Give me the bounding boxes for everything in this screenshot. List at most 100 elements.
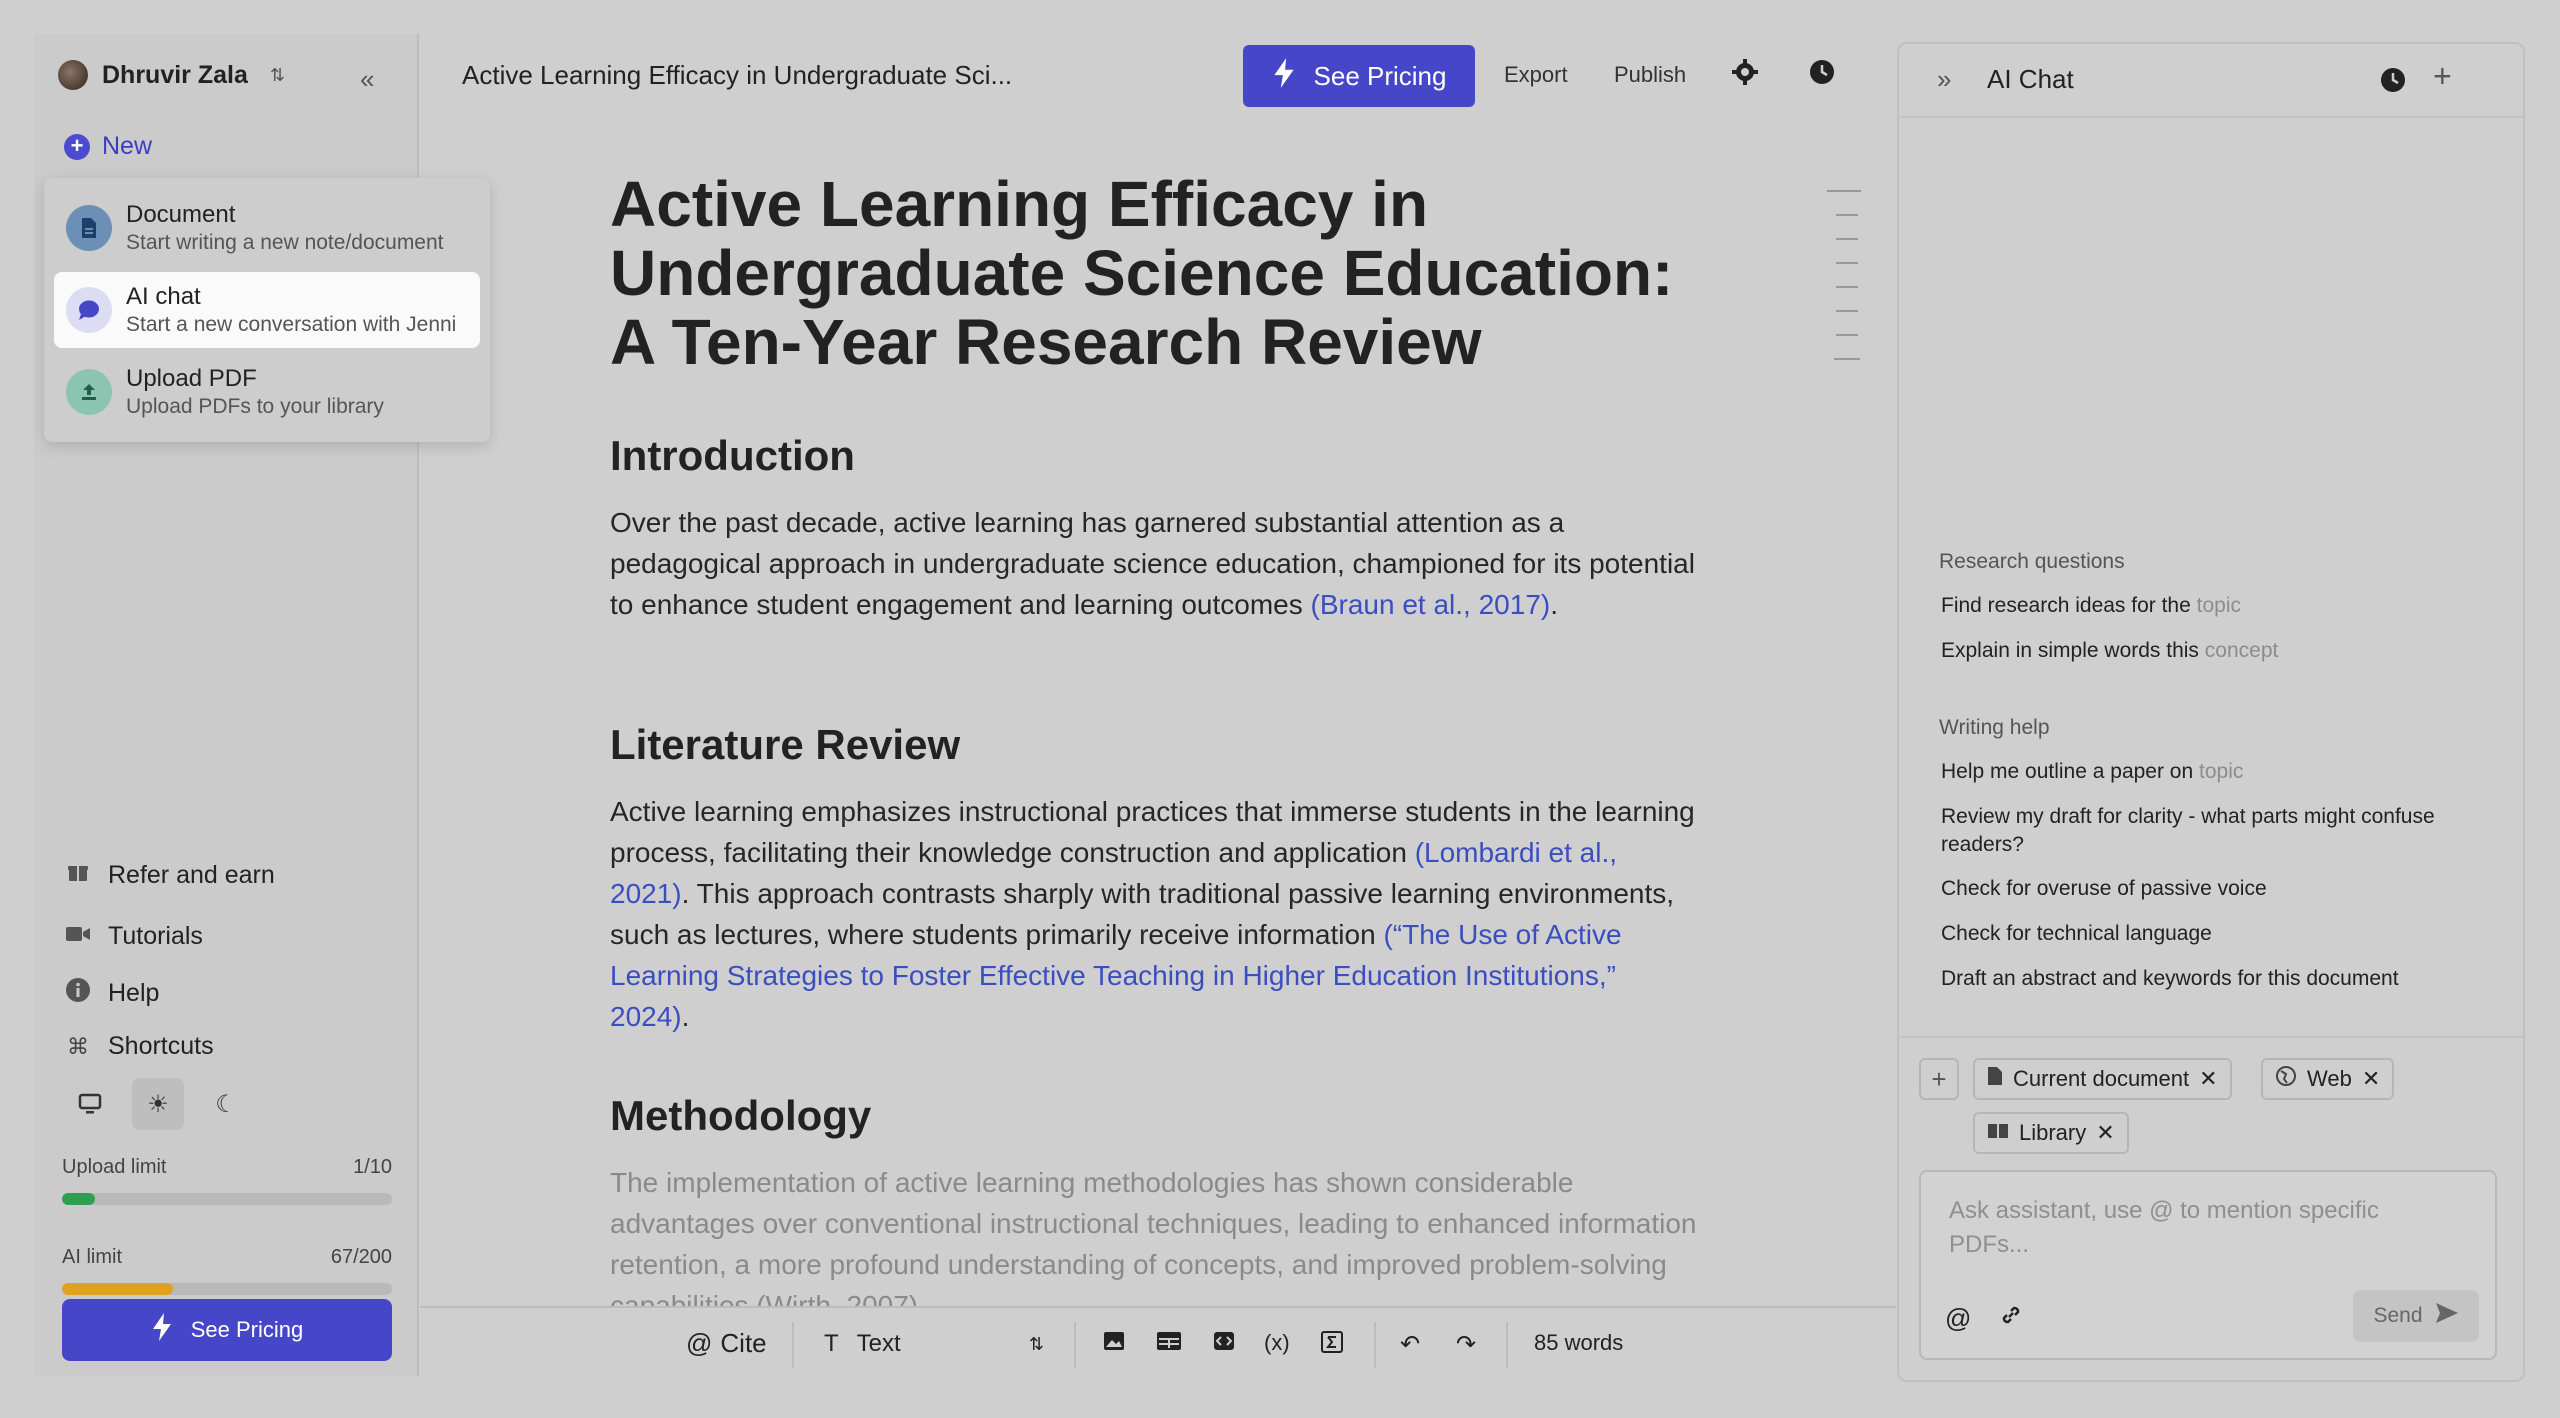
document-body[interactable]: Active Learning Efficacy in Undergraduat…	[610, 170, 1700, 377]
suggestion-item[interactable]: Check for technical language	[1941, 920, 2481, 948]
menu-item-upload-pdf[interactable]: Upload PDF Upload PDFs to your library	[54, 354, 480, 430]
suggestion-item[interactable]: Find research ideas for the topic	[1941, 592, 2481, 620]
suggestion-placeholder: topic	[2199, 760, 2244, 783]
citation-link[interactable]: (Braun et al., 2017)	[1311, 589, 1551, 620]
export-button[interactable]: Export	[1504, 62, 1568, 88]
sidebar-item-label: Shortcuts	[108, 1032, 214, 1060]
toolbar-divider	[1506, 1322, 1508, 1368]
close-icon[interactable]: ✕	[2096, 1120, 2114, 1146]
section-heading-methodology: Methodology	[610, 1092, 872, 1139]
toolbar-divider	[1374, 1322, 1376, 1368]
sidebar-item-refer[interactable]: Refer and earn	[64, 860, 275, 890]
text-type-icon: T	[824, 1330, 839, 1357]
word-count: 85 words	[1534, 1330, 1624, 1355]
sun-icon[interactable]: ☀	[132, 1078, 184, 1130]
context-chip-current-document[interactable]: Current document ✕	[1973, 1058, 2232, 1100]
suggestion-text: Draft an abstract and keywords for this …	[1941, 967, 2399, 990]
expand-panel-icon[interactable]: »	[1937, 64, 1951, 95]
suggestion-text: Check for overuse of passive voice	[1941, 877, 2267, 900]
outline-marker[interactable]	[1836, 334, 1858, 336]
variable-icon[interactable]: (x)	[1264, 1330, 1290, 1356]
mention-icon[interactable]: @	[1945, 1303, 1971, 1334]
menu-item-document[interactable]: Document Start writing a new note/docume…	[54, 190, 480, 266]
equation-icon[interactable]	[1320, 1330, 1344, 1361]
table-icon[interactable]	[1156, 1330, 1182, 1359]
context-chip-library[interactable]: Library ✕	[1973, 1112, 2129, 1154]
sidebar-item-help[interactable]: Help	[64, 977, 159, 1009]
outline-marker[interactable]	[1834, 358, 1860, 360]
undo-icon[interactable]: ↶	[1400, 1330, 1420, 1359]
user-switcher[interactable]: Dhruvir Zala ⇅	[58, 60, 285, 90]
send-arrow-icon	[2435, 1302, 2459, 1330]
outline-marker[interactable]	[1827, 190, 1861, 192]
history-clock-icon[interactable]	[1808, 58, 1836, 93]
menu-item-desc: Upload PDFs to your library	[126, 395, 384, 418]
suggestion-placeholder: concept	[2204, 639, 2279, 662]
paragraph-methodology[interactable]: The implementation of active learning me…	[610, 1162, 1700, 1306]
close-icon[interactable]: ✕	[2362, 1066, 2380, 1092]
chevron-up-down-icon: ⇅	[1028, 1333, 1044, 1354]
outline-marker[interactable]	[1836, 286, 1858, 288]
suggestion-item[interactable]: Help me outline a paper on topic	[1941, 758, 2481, 786]
chip-label: Current document	[2013, 1066, 2190, 1091]
suggestion-item[interactable]: Check for overuse of passive voice	[1941, 875, 2481, 903]
outline-marker[interactable]	[1836, 214, 1858, 216]
chip-label: Library	[2019, 1120, 2087, 1145]
add-context-button[interactable]: +	[1919, 1058, 1959, 1100]
paragraph-text: .	[1550, 589, 1558, 620]
sidebar-item-shortcuts[interactable]: ⌘ Shortcuts	[64, 1032, 214, 1061]
redo-icon[interactable]: ↷	[1456, 1330, 1476, 1359]
see-pricing-label: See Pricing	[1313, 60, 1447, 91]
editor-toolbar: @ Cite T Text ⇅ (x) ↶ ↷ 85 words	[420, 1306, 1896, 1378]
close-icon[interactable]: ✕	[2199, 1066, 2217, 1092]
chat-title: AI Chat	[1987, 64, 2074, 94]
link-icon[interactable]	[1999, 1303, 2023, 1334]
send-button[interactable]: Send	[2353, 1290, 2479, 1342]
new-dropdown-menu: Document Start writing a new note/docume…	[44, 178, 490, 442]
gear-icon[interactable]	[1731, 58, 1759, 93]
outline-marker[interactable]	[1836, 238, 1858, 240]
sidebar-item-tutorials[interactable]: Tutorials	[64, 922, 203, 951]
document-icon	[66, 205, 112, 251]
suggestion-item[interactable]: Draft an abstract and keywords for this …	[1941, 965, 2481, 993]
text-style-select[interactable]: T Text ⇅	[824, 1330, 1044, 1358]
toolbar-divider	[792, 1322, 794, 1368]
suggestion-text: Review my draft for clarity - what parts…	[1941, 805, 2435, 856]
chat-input[interactable]: Ask assistant, use @ to mention specific…	[1919, 1170, 2497, 1360]
writing-help-label: Writing help	[1939, 716, 2050, 739]
new-label: New	[102, 132, 153, 160]
paragraph-introduction[interactable]: Over the past decade, active learning ha…	[610, 502, 1700, 625]
suggestion-text: Help me outline a paper on	[1941, 760, 2199, 783]
video-icon	[64, 924, 92, 950]
avatar	[58, 60, 88, 90]
outline-marker[interactable]	[1836, 310, 1858, 312]
see-pricing-button[interactable]: See Pricing	[1243, 45, 1475, 107]
moon-icon[interactable]: ☾	[200, 1078, 252, 1130]
ai-limit-label: AI limit	[62, 1246, 122, 1268]
context-chip-web[interactable]: Web ✕	[2261, 1058, 2395, 1100]
cite-button[interactable]: @ Cite	[686, 1328, 767, 1359]
paragraph-text: .	[681, 1001, 690, 1032]
new-button[interactable]: + New	[64, 132, 152, 161]
menu-item-ai-chat[interactable]: AI chat Start a new conversation with Je…	[54, 272, 480, 348]
info-icon	[64, 977, 92, 1009]
publish-button[interactable]: Publish	[1614, 62, 1686, 88]
section-heading-introduction: Introduction	[610, 432, 855, 479]
document-title-tab[interactable]: Active Learning Efficacy in Undergraduat…	[462, 60, 1012, 91]
menu-item-desc: Start a new conversation with Jenni	[126, 313, 457, 336]
upload-limit-bar	[62, 1193, 392, 1205]
monitor-icon[interactable]	[64, 1078, 116, 1130]
sidebar-see-pricing-button[interactable]: See Pricing	[62, 1299, 392, 1361]
upload-limit: Upload limit 1/10	[62, 1156, 392, 1205]
suggestion-item[interactable]: Explain in simple words this concept	[1941, 637, 2481, 665]
paragraph-literature-review[interactable]: Active learning emphasizes instructional…	[610, 791, 1700, 1037]
code-block-icon[interactable]	[1212, 1330, 1236, 1359]
image-icon[interactable]	[1102, 1330, 1126, 1359]
suggestion-item[interactable]: Review my draft for clarity - what parts…	[1941, 803, 2481, 859]
see-pricing-label: See Pricing	[190, 1317, 304, 1342]
chat-divider	[1899, 1036, 2523, 1038]
outline-marker[interactable]	[1836, 262, 1858, 264]
new-chat-plus-icon[interactable]: +	[2433, 58, 2452, 95]
chat-history-icon[interactable]	[2379, 66, 2407, 99]
collapse-sidebar-icon[interactable]: «	[360, 64, 374, 95]
